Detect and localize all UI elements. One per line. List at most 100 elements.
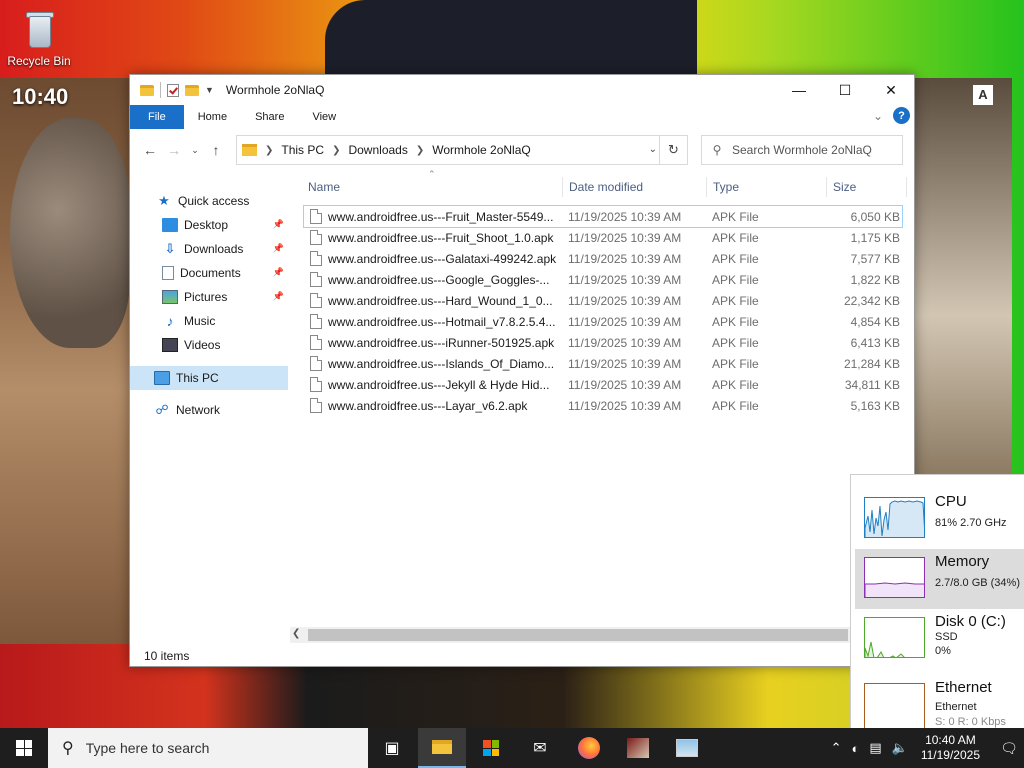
ribbon-tabs: File Home Share View ⌄ ?: [130, 105, 914, 129]
file-icon: [310, 377, 322, 392]
folder-icon: [140, 84, 154, 96]
image-app-icon[interactable]: [663, 728, 711, 768]
minimize-button[interactable]: —: [776, 75, 822, 105]
search-icon: ⚲: [62, 740, 74, 757]
recycle-bin-label: Recycle Bin: [7, 54, 71, 68]
meet-now-icon[interactable]: ◐: [851, 741, 859, 756]
file-row[interactable]: www.androidfree.us---Hotmail_v7.8.2.5.4.…: [304, 311, 902, 332]
recycle-bin-shortcut[interactable]: Recycle Bin: [6, 8, 72, 68]
volume-muted-icon[interactable]: 🔈: [892, 740, 908, 756]
start-button[interactable]: [0, 728, 48, 768]
back-button[interactable]: ←: [138, 142, 162, 158]
file-row[interactable]: www.androidfree.us---Islands_Of_Diamo...…: [304, 353, 902, 374]
mail-icon[interactable]: ✉: [516, 728, 564, 768]
file-row[interactable]: www.androidfree.us---Layar_v6.2.apk 11/1…: [304, 395, 902, 416]
tab-view[interactable]: View: [298, 105, 350, 129]
refresh-icon[interactable]: ↻: [659, 136, 687, 164]
memory-usage: 2.7/8.0 GB (34%): [935, 577, 1020, 589]
task-view-icon[interactable]: ▣: [368, 728, 416, 768]
notifications-icon[interactable]: 🗨: [994, 728, 1024, 768]
pin-icon: 📌: [272, 243, 284, 253]
download-icon: ⇩: [164, 241, 176, 256]
new-folder-icon[interactable]: [185, 84, 199, 96]
media-app-icon[interactable]: [614, 728, 662, 768]
perf-disk[interactable]: Disk 0 (C:) SSD 0%: [855, 609, 1024, 669]
breadcrumb-this-pc[interactable]: ❯ This PC: [265, 143, 324, 157]
taskbar-clock[interactable]: 10:40 AM 11/19/2025: [921, 733, 980, 763]
nav-documents[interactable]: Documents 📌: [162, 261, 288, 285]
videos-icon: [162, 338, 178, 352]
address-bar[interactable]: ❯ This PC ❯ Downloads ❯ Wormhole 2oNlaQ ⌄ ↻: [236, 135, 688, 165]
breadcrumb-downloads[interactable]: ❯ Downloads: [332, 143, 408, 157]
file-row[interactable]: www.androidfree.us---Fruit_Master-5549..…: [303, 205, 903, 228]
file-row[interactable]: www.androidfree.us---Google_Goggles-... …: [304, 269, 902, 290]
file-explorer-taskbar-icon[interactable]: [418, 728, 466, 768]
taskbar-search[interactable]: ⚲ Type here to search: [48, 728, 368, 768]
system-tray: ⌃ ◐ ▤ 🔈 10:40 AM 11/19/2025 🗨: [826, 728, 1024, 768]
forward-button[interactable]: →: [162, 142, 186, 158]
column-header-name[interactable]: Name ⌃: [290, 169, 563, 201]
file-row[interactable]: www.androidfree.us---iRunner-501925.apk …: [304, 332, 902, 353]
file-icon: [310, 335, 322, 350]
perf-cpu[interactable]: CPU 81% 2.70 GHz: [855, 489, 1024, 549]
computer-icon: [154, 371, 170, 385]
nav-pictures[interactable]: Pictures 📌: [162, 285, 288, 309]
file-list: Name ⌃ Date modified Type Size www.andro…: [290, 169, 915, 628]
performance-panel: CPU 81% 2.70 GHz Memory 2.7/8.0 GB (34%)…: [850, 474, 1024, 729]
nav-music[interactable]: ♪ Music: [162, 309, 288, 333]
quick-access-toolbar: ▼: [140, 82, 214, 98]
horizontal-scrollbar[interactable]: ❮: [290, 627, 915, 643]
close-button[interactable]: ✕: [868, 75, 914, 105]
help-icon[interactable]: ?: [893, 107, 910, 124]
disk-title: Disk 0 (C:): [935, 613, 1006, 630]
wallpaper-dark-shape: [325, 0, 697, 78]
nav-this-pc[interactable]: This PC: [130, 366, 288, 390]
nav-videos[interactable]: Videos: [162, 333, 288, 357]
show-hidden-icons[interactable]: ⌃: [831, 740, 842, 756]
file-row[interactable]: www.androidfree.us---Fruit_Shoot_1.0.apk…: [304, 227, 902, 248]
star-icon: ★: [158, 193, 170, 208]
maximize-button[interactable]: ☐: [822, 75, 868, 105]
search-box[interactable]: ⚲ Search Wormhole 2oNlaQ: [701, 135, 903, 165]
breadcrumb-current-folder[interactable]: ❯ Wormhole 2oNlaQ: [416, 143, 531, 157]
disk-type: SSD: [935, 631, 958, 643]
store-icon[interactable]: [467, 728, 515, 768]
firefox-icon[interactable]: [565, 728, 613, 768]
nav-downloads[interactable]: ⇩ Downloads 📌: [162, 237, 288, 261]
taskbar-search-placeholder: Type here to search: [85, 740, 210, 756]
customize-toolbar-dropdown[interactable]: ▼: [205, 85, 214, 95]
windows-logo-icon: [16, 740, 32, 756]
nav-network[interactable]: ☍ Network: [154, 398, 288, 422]
tab-home[interactable]: Home: [184, 105, 241, 129]
column-header-type[interactable]: Type: [707, 173, 827, 201]
scroll-left-icon[interactable]: ❮: [292, 628, 300, 639]
nav-quick-access[interactable]: ★ Quick access: [156, 189, 288, 213]
file-icon: [310, 251, 322, 266]
taskbar-date: 11/19/2025: [920, 748, 980, 762]
column-header-date[interactable]: Date modified: [563, 173, 707, 201]
network-tray-icon[interactable]: ▤: [869, 740, 881, 756]
perf-memory[interactable]: Memory 2.7/8.0 GB (34%): [855, 549, 1024, 609]
up-button[interactable]: ↑: [204, 142, 228, 158]
column-header-size[interactable]: Size: [827, 173, 907, 201]
file-row[interactable]: www.androidfree.us---Hard_Wound_1_0... 1…: [304, 290, 902, 311]
perf-ethernet[interactable]: Ethernet Ethernet S: 0 R: 0 Kbps: [855, 675, 1024, 735]
file-icon: [310, 398, 322, 413]
address-dropdown-icon[interactable]: ⌄: [649, 144, 657, 155]
network-icon: ☍: [155, 402, 169, 417]
window-title: Wormhole 2oNlaQ: [225, 83, 325, 97]
expand-ribbon-icon[interactable]: ⌄: [873, 109, 883, 123]
file-icon: [310, 230, 322, 245]
file-row[interactable]: www.androidfree.us---Jekyll & Hyde Hid..…: [304, 374, 902, 395]
tab-share[interactable]: Share: [241, 105, 298, 129]
recycle-bin-icon: [22, 10, 56, 50]
navigation-pane: ★ Quick access Desktop 📌 ⇩ Downloads 📌 Doc…: [130, 173, 290, 643]
scrollbar-thumb[interactable]: [308, 629, 848, 641]
tab-file[interactable]: File: [130, 105, 184, 129]
ethernet-graph: [864, 683, 925, 729]
file-row[interactable]: www.androidfree.us---Galataxi-499242.apk…: [304, 248, 902, 269]
recent-locations-icon[interactable]: ⌄: [186, 145, 204, 156]
memory-title: Memory: [935, 553, 990, 570]
properties-icon[interactable]: [167, 83, 179, 97]
nav-desktop[interactable]: Desktop 📌: [162, 213, 288, 237]
